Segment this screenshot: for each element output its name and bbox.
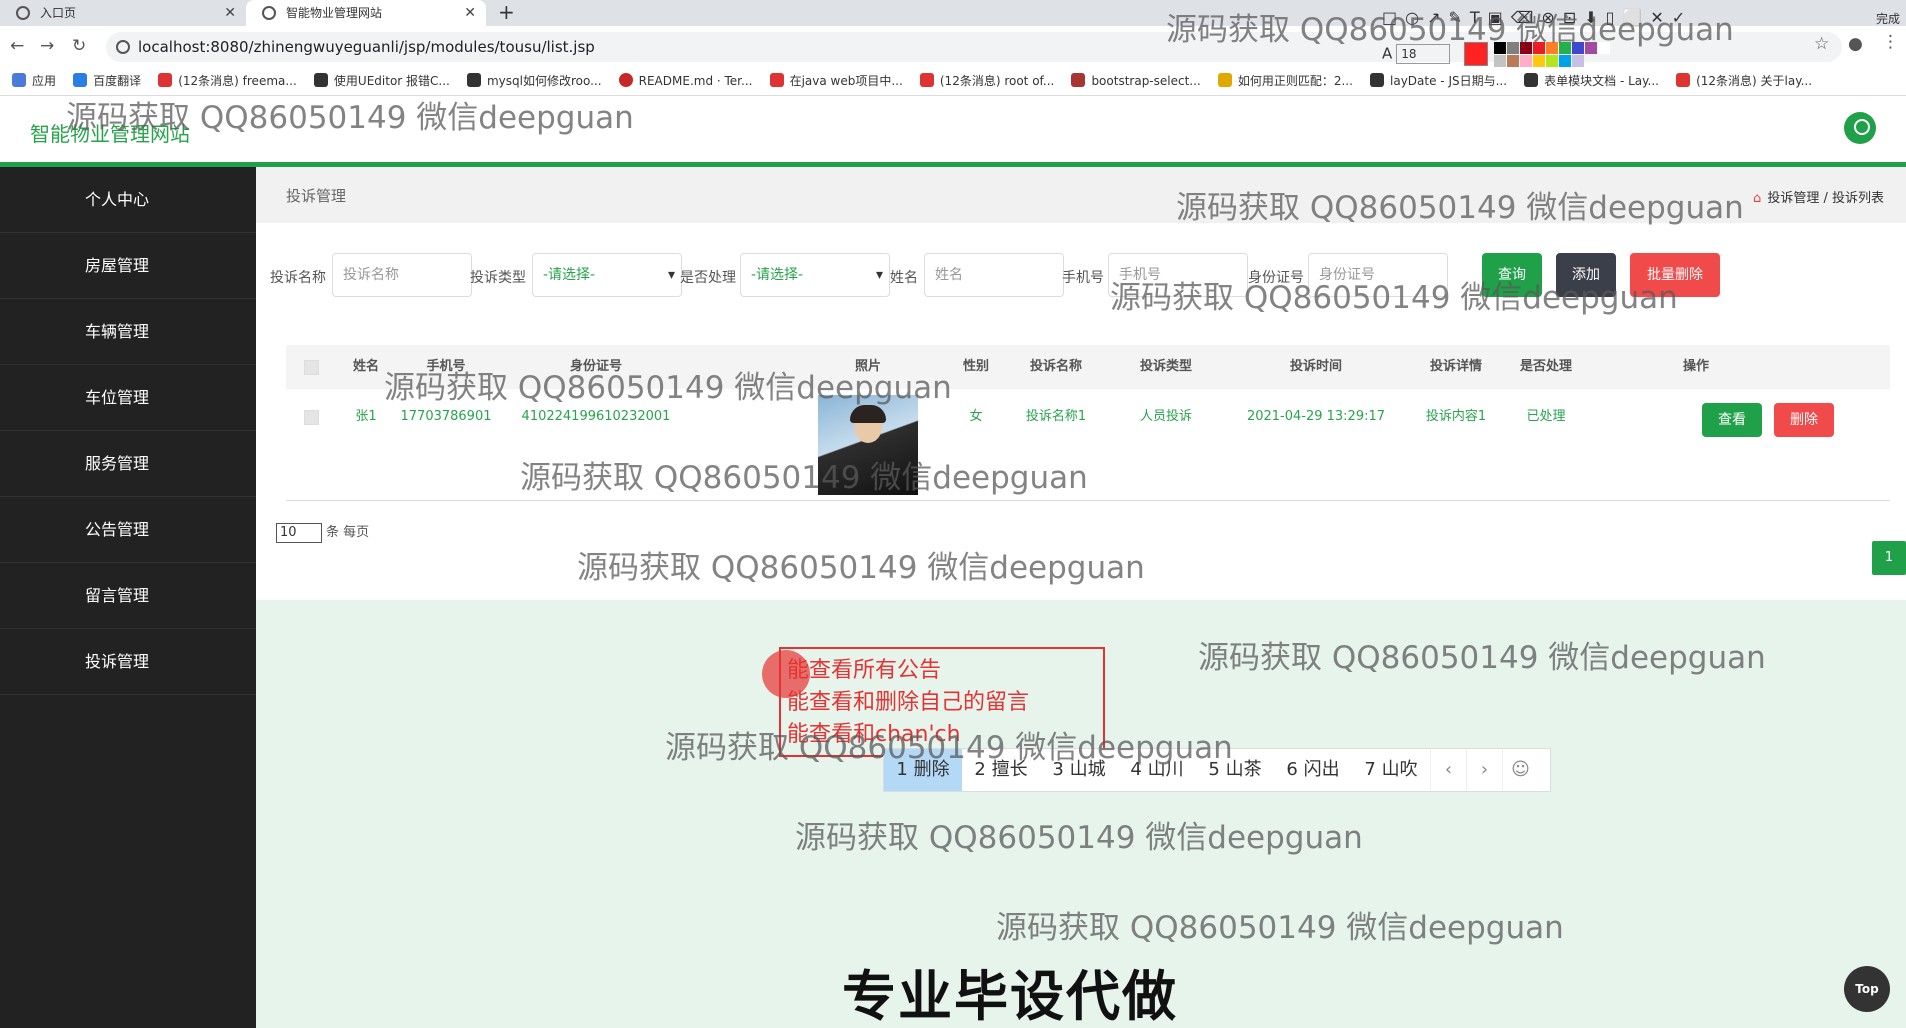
sidebar: 个人中心 房屋管理 车辆管理 车位管理 服务管理 公告管理 留言管理 投诉管理: [0, 167, 256, 1028]
cell-time: 2021-04-29 13:29:17: [1246, 409, 1386, 424]
handled-select[interactable]: -请选择-: [740, 253, 890, 297]
color-swatch[interactable]: [1507, 55, 1519, 67]
ime-next-icon[interactable]: ›: [1466, 749, 1502, 791]
note-line: 能查看和删除自己的留言: [787, 690, 1030, 715]
color-swatch[interactable]: [1533, 55, 1545, 67]
watermark: 源码获取 QQ86050149 微信deepguan: [996, 910, 1564, 946]
bookmark-item[interactable]: 应用: [12, 66, 56, 95]
column-header: 投诉名称: [1029, 359, 1082, 374]
page-size-select[interactable]: 10: [276, 523, 322, 543]
column-header: 性别: [962, 359, 989, 374]
sidebar-item-services[interactable]: 服务管理: [0, 431, 256, 497]
name-label: 投诉名称: [270, 270, 326, 286]
color-swatch[interactable]: [1572, 55, 1584, 67]
promo-text: 专业毕设代做: [842, 965, 1178, 1028]
ime-emoji-icon[interactable]: ☺: [1502, 749, 1538, 791]
site-info-icon[interactable]: [116, 40, 130, 54]
breadcrumb-item[interactable]: 投诉管理: [1767, 191, 1819, 206]
sidebar-item-messages[interactable]: 留言管理: [0, 563, 256, 629]
ime-candidate[interactable]: 7 山吹: [1352, 749, 1430, 791]
phone-label: 手机号: [1062, 270, 1104, 286]
color-swatch[interactable]: [1559, 55, 1571, 67]
sidebar-item-profile[interactable]: 个人中心: [0, 167, 256, 233]
globe-icon: [262, 6, 276, 20]
column-header: 投诉类型: [1139, 359, 1192, 374]
color-swatch[interactable]: [1494, 55, 1506, 67]
back-icon[interactable]: ←: [10, 36, 24, 56]
column-header: 操作: [1682, 359, 1709, 374]
watermark: 源码获取 QQ86050149 微信deepguan: [1110, 280, 1678, 316]
watermark: 源码获取 QQ86050149 微信deepguan: [384, 370, 952, 406]
watermark: 源码获取 QQ86050149 微信deepguan: [520, 460, 1088, 496]
cell-gender: 女: [969, 409, 983, 424]
breadcrumb-item: 投诉列表: [1831, 191, 1884, 206]
watermark: 源码获取 QQ86050149 微信deepguan: [1166, 12, 1734, 48]
bookmark-item[interactable]: 在java web项目中...: [769, 66, 903, 95]
person-label: 姓名: [890, 270, 918, 286]
watermark: 源码获取 QQ86050149 微信deepguan: [795, 820, 1363, 856]
ime-prev-icon[interactable]: ‹: [1430, 749, 1466, 791]
globe-icon: [16, 6, 30, 20]
page-size-control: 10 条 每页: [276, 521, 369, 543]
cell-title: 投诉名称1: [1025, 409, 1087, 424]
page-size-suffix: 条 每页: [326, 525, 370, 540]
row-checkbox[interactable]: [304, 410, 319, 425]
note-line: 能查看所有公告: [787, 658, 942, 683]
sidebar-item-notices[interactable]: 公告管理: [0, 497, 256, 563]
reload-icon[interactable]: ↻: [72, 36, 86, 56]
type-label: 投诉类型: [470, 270, 526, 286]
complaint-type-select[interactable]: -请选择-: [532, 253, 682, 297]
browser-tab-label: 入口页: [40, 6, 77, 20]
breadcrumb: ⌂ 投诉管理 / 投诉列表: [1753, 191, 1884, 206]
new-tab-button[interactable]: +: [490, 0, 520, 26]
complaint-name-input[interactable]: 投诉名称: [332, 253, 472, 297]
bookmark-item[interactable]: README.md · Ter...: [618, 66, 752, 95]
watermark: 源码获取 QQ86050149 微信deepguan: [1176, 190, 1744, 226]
color-swatch[interactable]: [1546, 55, 1558, 67]
user-avatar-icon[interactable]: [1844, 112, 1876, 144]
home-icon[interactable]: ⌂: [1753, 191, 1761, 206]
watermark: 源码获取 QQ86050149 微信deepguan: [1198, 640, 1766, 676]
handled-label: 是否处理: [680, 270, 736, 286]
sidebar-item-vehicles[interactable]: 车辆管理: [0, 299, 256, 365]
bookmark-item[interactable]: bootstrap-select...: [1071, 66, 1201, 95]
page-1-button[interactable]: 1: [1872, 541, 1906, 575]
bookmark-item[interactable]: 如何用正则匹配：2...: [1217, 66, 1353, 95]
bookmark-item[interactable]: (12条消息) root of...: [919, 66, 1054, 95]
delete-button[interactable]: 删除: [1774, 403, 1834, 437]
cell-handled: 已处理: [1526, 409, 1566, 424]
sidebar-item-houses[interactable]: 房屋管理: [0, 233, 256, 299]
browser-tab-entry[interactable]: 入口页 ✕: [0, 0, 246, 26]
select-all-checkbox[interactable]: [304, 360, 319, 375]
annotation-done-label[interactable]: 完成: [1876, 10, 1900, 27]
sidebar-item-parking[interactable]: 车位管理: [0, 365, 256, 431]
watermark: 源码获取 QQ86050149 微信deepguan: [665, 730, 1233, 766]
sidebar-item-complaints[interactable]: 投诉管理: [0, 629, 256, 695]
close-tab-icon[interactable]: ✕: [224, 0, 236, 26]
column-header: 是否处理: [1519, 359, 1572, 374]
browser-tab-label: 智能物业管理网站: [286, 6, 383, 20]
column-header: 投诉详情: [1429, 359, 1482, 374]
color-swatch[interactable]: [1520, 55, 1532, 67]
view-button[interactable]: 查看: [1702, 403, 1762, 437]
back-to-top-button[interactable]: Top: [1844, 966, 1890, 1012]
browser-tab-active[interactable]: 智能物业管理网站 ✕: [246, 0, 486, 26]
watermark: 源码获取 QQ86050149 微信deepguan: [577, 550, 1145, 586]
watermark: 源码获取 QQ86050149 微信deepguan: [66, 100, 634, 136]
cell-detail: 投诉内容1: [1425, 409, 1487, 424]
url-text: localhost:8080/zhinengwuyeguanli/jsp/mod…: [138, 38, 595, 56]
page-title: 投诉管理: [286, 187, 347, 205]
forward-icon[interactable]: →: [40, 36, 54, 56]
person-name-input[interactable]: 姓名: [924, 253, 1064, 297]
column-header: 投诉时间: [1289, 359, 1342, 374]
cell-type: 人员投诉: [1139, 409, 1192, 424]
ime-candidate[interactable]: 6 闪出: [1274, 749, 1352, 791]
close-tab-icon[interactable]: ✕: [464, 0, 476, 26]
